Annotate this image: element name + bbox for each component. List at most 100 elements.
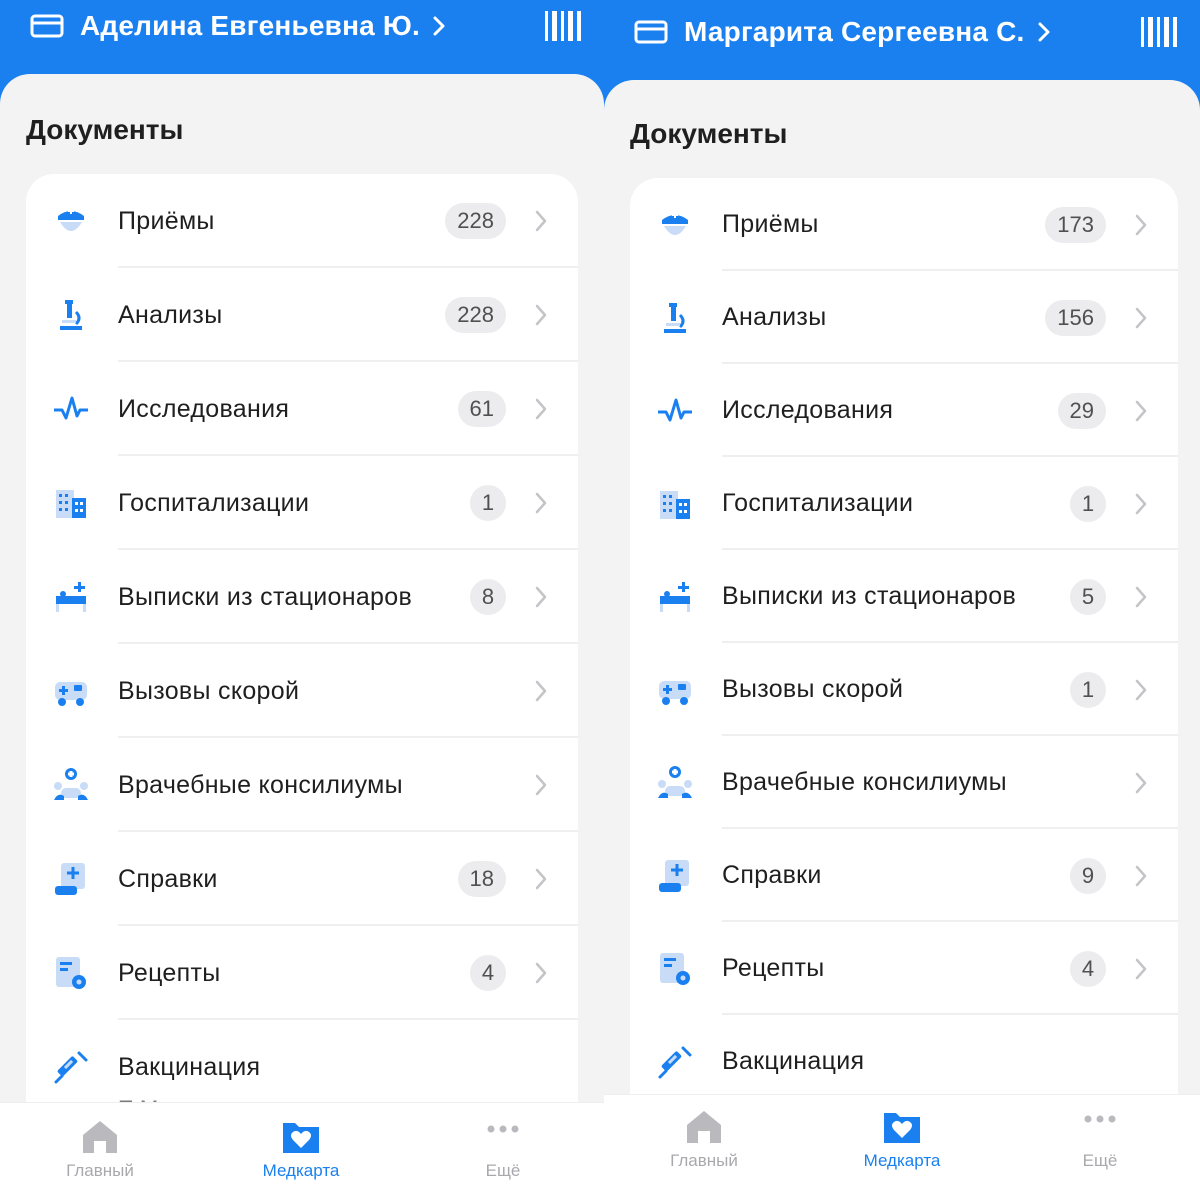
chevron-right-icon [1135, 586, 1147, 607]
documents-list: Приёмы 228 Анализы 228 Исследования 61 Г… [26, 174, 578, 1104]
prescription-icon [56, 957, 86, 989]
bottom-tab-bar: Главный Медкарта Ещё [0, 1102, 604, 1199]
hospital-building-icon [660, 490, 690, 519]
hospital-bed-icon [660, 581, 690, 612]
list-item[interactable]: Вакцинация П М [630, 1015, 1178, 1098]
chevron-right-icon [535, 304, 547, 326]
chevron-right-icon [535, 962, 547, 984]
pulse-icon [54, 396, 88, 420]
list-item[interactable]: Анализы 228 [26, 268, 578, 362]
split-screenshots: Аделина Евгеньевна Ю. Документы Приёмы 2… [0, 0, 1200, 1199]
list-item[interactable]: Приёмы 228 [26, 174, 578, 268]
count-badge: 61 [457, 391, 506, 427]
chevron-right-icon [535, 210, 547, 232]
tab-home[interactable]: Главный [604, 1095, 804, 1199]
screen-right: Маргарита Сергеевна С. Документы Приёмы … [604, 0, 1200, 1199]
certificate-icon [55, 863, 85, 895]
list-item[interactable]: Врачебные консилиумы [630, 736, 1178, 829]
chevron-right-icon [1135, 865, 1147, 886]
chevron-right-icon [1135, 214, 1147, 235]
chevron-right-icon [1135, 772, 1147, 793]
tab-medcard[interactable]: Медкарта [802, 1095, 1002, 1199]
prescription-icon [660, 952, 690, 985]
content-sheet: Документы Приёмы 228 Анализы 228 Исследо… [0, 74, 604, 1199]
barcode-icon[interactable] [544, 9, 584, 43]
count-badge: 4 [470, 955, 506, 991]
list-item[interactable]: Вызовы скорой [26, 644, 578, 738]
chevron-right-icon [1135, 307, 1147, 328]
chevron-right-icon [1135, 679, 1147, 700]
list-item[interactable]: Врачебные консилиумы [26, 738, 578, 832]
card-icon [634, 20, 668, 44]
count-badge: 156 [1045, 299, 1106, 336]
screen-left: Аделина Евгеньевна Ю. Документы Приёмы 2… [0, 0, 604, 1199]
council-icon [658, 765, 692, 798]
microscope-icon [60, 300, 82, 330]
chevron-right-icon [433, 16, 445, 36]
list-item[interactable]: Исследования 61 [26, 362, 578, 456]
tab-home[interactable]: Главный [0, 1103, 200, 1199]
hospital-building-icon [56, 490, 86, 518]
hospital-bed-icon [56, 582, 86, 612]
chevron-right-icon [535, 492, 547, 514]
list-item[interactable]: Справки 18 [26, 832, 578, 926]
profile-switcher[interactable]: Аделина Евгеньевна Ю. [0, 6, 604, 46]
count-badge: 8 [470, 579, 506, 615]
list-item[interactable]: Приёмы 173 [630, 178, 1178, 271]
chevron-right-icon [535, 586, 547, 608]
count-badge: 18 [457, 861, 506, 897]
chevron-right-icon [535, 868, 547, 890]
more-dots-icon [487, 1125, 519, 1133]
list-item[interactable]: Анализы 156 [630, 271, 1178, 364]
profile-switcher[interactable]: Маргарита Сергеевна С. [604, 12, 1200, 52]
count-badge: 29 [1057, 392, 1106, 429]
ambulance-icon [659, 680, 691, 705]
pulse-icon [658, 398, 692, 421]
list-item[interactable]: Госпитализации 1 [26, 456, 578, 550]
count-badge: 228 [445, 297, 506, 333]
chevron-right-icon [535, 398, 547, 420]
count-badge: 5 [1070, 578, 1106, 615]
barcode-icon[interactable] [1140, 15, 1180, 49]
user-name: Аделина Евгеньевна Ю. [80, 10, 420, 41]
council-icon [54, 768, 88, 800]
doctor-icon [58, 208, 84, 231]
documents-list: Приёмы 173 Анализы 156 Исследования 29 Г… [630, 178, 1178, 1098]
content-sheet: Документы Приёмы 173 Анализы 156 Исследо… [604, 80, 1200, 1199]
medcard-heart-icon [283, 1123, 319, 1153]
ambulance-icon [55, 682, 87, 706]
list-item[interactable]: Вакцинация П М [26, 1020, 578, 1104]
bottom-tab-bar: Главный Медкарта Ещё [604, 1094, 1200, 1199]
tab-medcard[interactable]: Медкарта [201, 1103, 401, 1199]
list-item[interactable]: Выписки из стационаров 5 [630, 550, 1178, 643]
chevron-right-icon [535, 680, 547, 702]
medcard-heart-icon [884, 1113, 920, 1143]
tab-more[interactable]: Ещё [1000, 1095, 1200, 1199]
count-badge: 173 [1045, 206, 1106, 243]
list-item[interactable]: Справки 9 [630, 829, 1178, 922]
list-item[interactable]: Госпитализации 1 [630, 457, 1178, 550]
card-icon [30, 14, 64, 38]
chevron-right-icon [1135, 958, 1147, 979]
count-badge: 1 [1070, 671, 1106, 708]
certificate-icon [659, 859, 689, 892]
home-icon [687, 1111, 721, 1143]
chevron-right-icon [1135, 493, 1147, 514]
home-icon [83, 1121, 117, 1153]
doctor-icon [662, 211, 688, 235]
list-item[interactable]: Исследования 29 [630, 364, 1178, 457]
count-badge: 1 [470, 485, 506, 521]
count-badge: 1 [1070, 485, 1106, 522]
chevron-right-icon [1135, 400, 1147, 421]
microscope-icon [664, 302, 686, 333]
user-name: Маргарита Сергеевна С. [684, 16, 1025, 47]
more-dots-icon [1084, 1115, 1116, 1123]
tab-more[interactable]: Ещё [403, 1103, 603, 1199]
count-badge: 228 [445, 203, 506, 239]
list-item[interactable]: Выписки из стационаров 8 [26, 550, 578, 644]
syringe-icon [54, 1051, 88, 1084]
list-item[interactable]: Рецепты 4 [630, 922, 1178, 1015]
section-title: Документы [26, 114, 184, 145]
list-item[interactable]: Рецепты 4 [26, 926, 578, 1020]
list-item[interactable]: Вызовы скорой 1 [630, 643, 1178, 736]
